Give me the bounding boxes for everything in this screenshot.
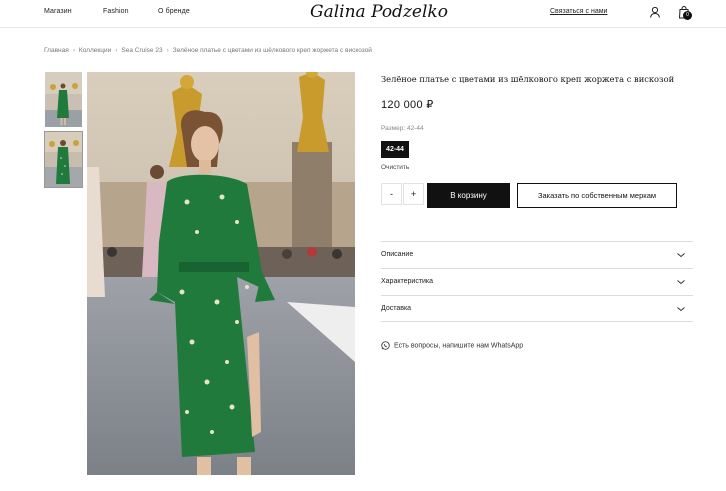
product-title: Зелёное платье с цветами из шёлкового кр…	[381, 74, 675, 84]
chevron-right-icon: ›	[115, 47, 118, 54]
whatsapp-contact-link[interactable]: Есть вопросы, напишите нам WhatsApp	[381, 341, 523, 350]
nav-about-link[interactable]: О бренде	[158, 8, 190, 15]
accordion-label: Доставка	[381, 305, 412, 312]
product-price: 120 000 ₽	[381, 99, 434, 111]
breadcrumb: Главная › Коллекции › Sea Cruise 23 › Зелёное …	[44, 47, 372, 54]
chevron-down-icon	[677, 307, 685, 312]
whatsapp-label: Есть вопросы, напишите нам WhatsApp	[394, 342, 524, 350]
add-to-cart-button[interactable]: В корзину	[427, 183, 510, 208]
nav-shop-link[interactable]: Магазин	[44, 8, 72, 15]
chevron-down-icon	[677, 253, 685, 258]
product-main-photo[interactable]	[87, 72, 355, 475]
accordion-label: Характеристика	[381, 278, 434, 285]
accordion-description[interactable]: Описание	[381, 241, 693, 268]
breadcrumb-current: Зелёное платье с цветами из шёлкового кр…	[172, 47, 372, 54]
nav-fashion-link[interactable]: Fashion	[103, 8, 129, 15]
site-header: Магазин Fashion О бренде Galina Podzelko…	[0, 0, 726, 28]
quantity-decrease-button[interactable]: -	[381, 183, 402, 205]
chevron-down-icon	[677, 280, 685, 285]
gallery-thumbnail-2[interactable]	[44, 131, 83, 188]
breadcrumb-collection[interactable]: Sea Cruise 23	[121, 47, 162, 54]
breadcrumb-collections[interactable]: Коллекции	[79, 47, 111, 54]
gallery-thumbnail-1[interactable]	[45, 72, 82, 127]
accordion-label: Описание	[381, 251, 414, 258]
size-label: Размер: 42-44	[381, 125, 424, 132]
user-icon[interactable]	[648, 5, 662, 19]
order-custom-size-button[interactable]: Заказать по собственным меркам	[517, 183, 677, 208]
accordion-characteristics[interactable]: Характеристика	[381, 268, 693, 295]
clear-selection-link[interactable]: Очистить	[381, 164, 409, 171]
accordion-delivery[interactable]: Доставка	[381, 295, 693, 322]
cart-count-badge: 0	[683, 11, 692, 20]
chevron-right-icon: ›	[72, 47, 75, 54]
quantity-increase-button[interactable]: +	[403, 183, 424, 205]
whatsapp-icon	[381, 341, 390, 350]
contact-us-link[interactable]: Связаться с нами	[550, 8, 607, 15]
breadcrumb-home[interactable]: Главная	[44, 47, 69, 54]
chevron-right-icon: ›	[166, 47, 169, 54]
size-option-42-44[interactable]: 42-44	[381, 141, 409, 158]
brand-logo[interactable]: Galina Podzelko	[310, 0, 448, 26]
